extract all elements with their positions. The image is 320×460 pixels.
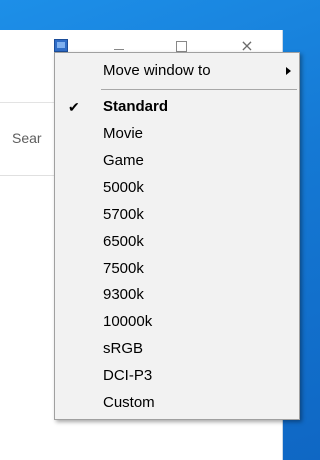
menu-item-dci-p3[interactable]: DCI-P3 [55, 364, 299, 388]
menu-item-label: sRGB [103, 340, 144, 357]
context-menu: Move window to ✔ Standard Movie Game 500… [54, 52, 300, 420]
menu-item-game[interactable]: Game [55, 149, 299, 173]
menu-item-standard[interactable]: ✔ Standard [55, 95, 299, 119]
menu-item-label: 6500k [103, 233, 144, 250]
menu-item-move-window-to[interactable]: Move window to [55, 59, 299, 83]
menu-item-label: 10000k [103, 313, 153, 330]
menu-item-label: Move window to [103, 62, 211, 79]
menu-item-label: Movie [103, 125, 144, 142]
app-icon[interactable] [54, 39, 68, 52]
menu-item-movie[interactable]: Movie [55, 122, 299, 146]
search-placeholder: Sear [12, 130, 42, 146]
menu-item-6500k[interactable]: 6500k [55, 230, 299, 254]
checkmark-icon: ✔ [68, 99, 80, 115]
menu-item-label: Game [103, 152, 144, 169]
menu-item-9300k[interactable]: 9300k [55, 283, 299, 307]
menu-item-label: 7500k [103, 260, 144, 277]
menu-item-label: 9300k [103, 286, 144, 303]
menu-item-custom[interactable]: Custom [55, 391, 299, 415]
menu-separator [101, 89, 297, 90]
menu-item-label: Standard [103, 98, 169, 115]
menu-item-7500k[interactable]: 7500k [55, 257, 299, 281]
menu-item-10000k[interactable]: 10000k [55, 310, 299, 334]
submenu-arrow-icon [286, 67, 291, 75]
menu-item-label: 5700k [103, 206, 144, 223]
minimize-icon [114, 49, 124, 50]
maximize-icon [175, 41, 187, 52]
menu-item-label: 5000k [103, 179, 144, 196]
menu-item-label: DCI-P3 [103, 367, 153, 384]
menu-item-srgb[interactable]: sRGB [55, 337, 299, 361]
menu-item-5000k[interactable]: 5000k [55, 176, 299, 200]
menu-item-5700k[interactable]: 5700k [55, 203, 299, 227]
menu-item-label: Custom [103, 394, 155, 411]
